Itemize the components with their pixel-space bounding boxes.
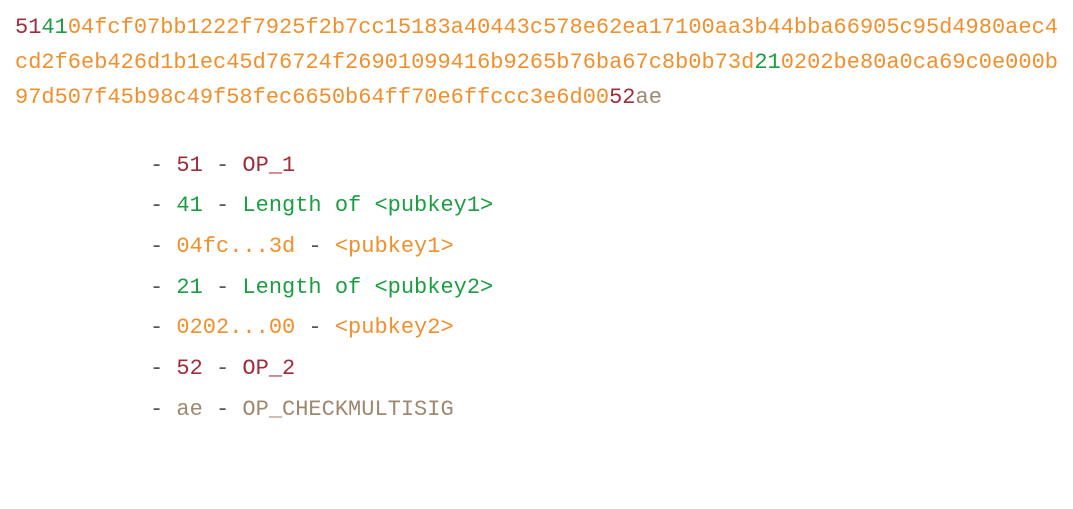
legend-byte: 41 bbox=[176, 193, 202, 218]
legend-dash: - bbox=[150, 193, 176, 218]
legend-description: <pubkey1> bbox=[335, 234, 454, 259]
legend-dash: - bbox=[295, 234, 335, 259]
hex-opcode-op2: 52 bbox=[609, 85, 635, 110]
legend-row: - 41 - Length of <pubkey1> bbox=[150, 186, 1058, 227]
legend-description: OP_CHECKMULTISIG bbox=[242, 397, 453, 422]
legend-row: - 52 - OP_2 bbox=[150, 349, 1058, 390]
legend-description: Length of <pubkey1> bbox=[242, 193, 493, 218]
hex-opcode-op1: 51 bbox=[15, 15, 41, 40]
legend-byte: 51 bbox=[176, 153, 202, 178]
legend-byte: 52 bbox=[176, 356, 202, 381]
legend-description: Length of <pubkey2> bbox=[242, 275, 493, 300]
legend-byte: 21 bbox=[176, 275, 202, 300]
legend-row: - ae - OP_CHECKMULTISIG bbox=[150, 390, 1058, 431]
legend-dash: - bbox=[203, 397, 243, 422]
hex-string-block: 514104fcf07bb1222f7925f2b7cc15183a40443c… bbox=[15, 10, 1058, 116]
legend-dash: - bbox=[150, 234, 176, 259]
legend-row: - 04fc...3d - <pubkey1> bbox=[150, 227, 1058, 268]
legend-row: - 21 - Length of <pubkey2> bbox=[150, 268, 1058, 309]
legend-dash: - bbox=[203, 193, 243, 218]
legend-dash: - bbox=[150, 275, 176, 300]
legend-description: OP_2 bbox=[242, 356, 295, 381]
hex-length-pubkey1: 41 bbox=[41, 15, 67, 40]
legend-dash: - bbox=[203, 275, 243, 300]
legend-dash: - bbox=[150, 397, 176, 422]
legend-row: - 0202...00 - <pubkey2> bbox=[150, 308, 1058, 349]
legend-dash: - bbox=[295, 315, 335, 340]
spacer bbox=[15, 116, 1058, 146]
legend-byte: ae bbox=[176, 397, 202, 422]
legend-byte: 04fc...3d bbox=[176, 234, 295, 259]
legend-dash: - bbox=[150, 356, 176, 381]
legend-dash: - bbox=[150, 153, 176, 178]
legend-description: <pubkey2> bbox=[335, 315, 454, 340]
legend-dash: - bbox=[203, 153, 243, 178]
legend-block: - 51 - OP_1- 41 - Length of <pubkey1>- 0… bbox=[15, 146, 1058, 431]
legend-description: OP_1 bbox=[242, 153, 295, 178]
legend-byte: 0202...00 bbox=[176, 315, 295, 340]
hex-opcode-checkmultisig: ae bbox=[636, 85, 662, 110]
legend-row: - 51 - OP_1 bbox=[150, 146, 1058, 187]
legend-dash: - bbox=[203, 356, 243, 381]
legend-dash: - bbox=[150, 315, 176, 340]
hex-length-pubkey2: 21 bbox=[754, 50, 780, 75]
